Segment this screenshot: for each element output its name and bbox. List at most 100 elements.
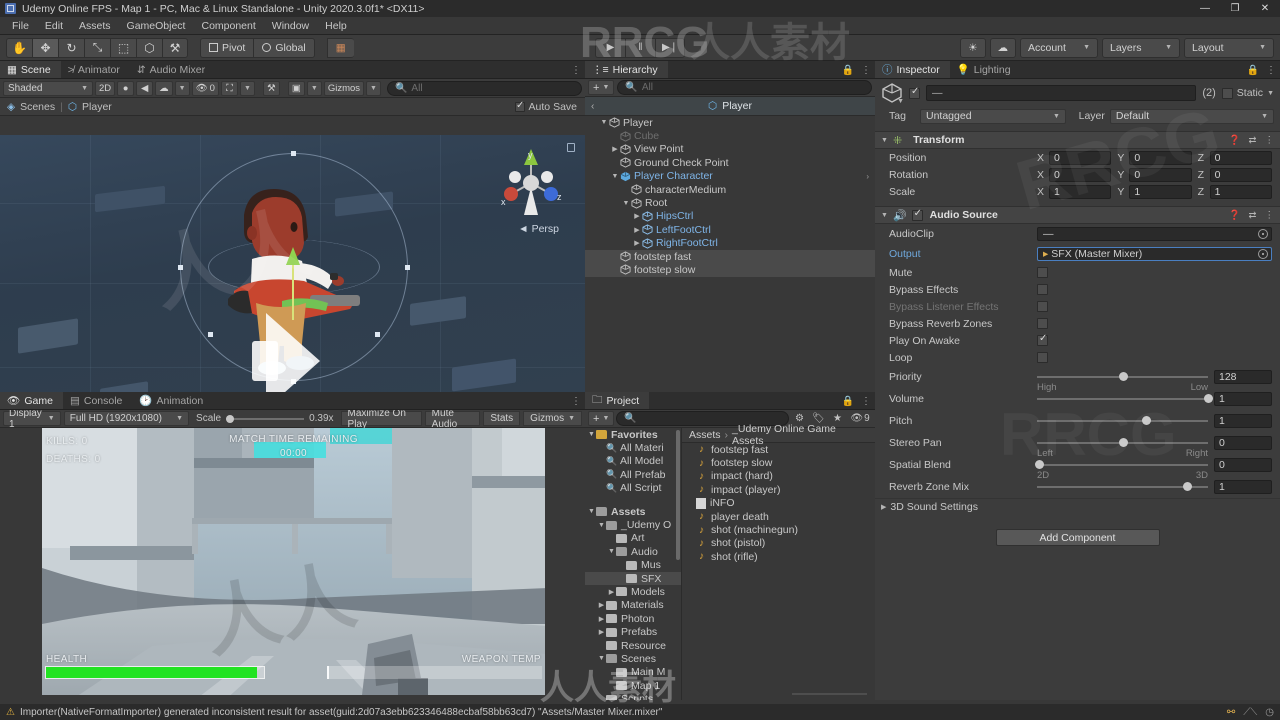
slider-knob[interactable] xyxy=(1204,394,1213,403)
hierarchy-item[interactable]: Cube xyxy=(585,129,875,142)
scene-viewport[interactable]: y x z ◄ Persp 人人 xyxy=(0,135,585,392)
tag-dropdown[interactable]: Untagged ▼ xyxy=(920,108,1066,124)
audio-source-component-header[interactable]: ▼ 🔊 Audio Source ❓ ⇄ ⋮ xyxy=(875,206,1280,224)
chevron-down-icon[interactable]: ▼ xyxy=(897,98,904,105)
scale-tool-icon[interactable]: ⤡ xyxy=(84,37,110,58)
gizmo-axis-y[interactable] xyxy=(292,260,294,320)
hierarchy-item[interactable]: ▼ Player xyxy=(585,116,875,129)
slider-control[interactable]: 2D 3D xyxy=(1034,457,1208,481)
foldout-arrow-icon[interactable]: ▶ xyxy=(632,226,642,234)
scene-projection-label[interactable]: ◄ Persp xyxy=(518,223,559,235)
project-tree-item[interactable]: ▼ Audio xyxy=(585,545,681,558)
slider-value-input[interactable]: 1 xyxy=(1214,392,1272,406)
audioclip-object-field[interactable]: — xyxy=(1037,227,1272,241)
handle-space-button[interactable]: Global xyxy=(253,37,315,58)
project-tree-scrollbar[interactable] xyxy=(676,430,680,560)
lock-icon[interactable]: 🔒 xyxy=(842,396,854,407)
audio-toggle-checkbox[interactable] xyxy=(1037,352,1048,363)
foldout-arrow-icon[interactable]: ▶ xyxy=(607,588,616,596)
scale-slider[interactable]: Scale 0.39x xyxy=(192,413,337,424)
output-object-field[interactable]: ▸ SFX (Master Mixer) xyxy=(1037,247,1272,261)
tab-animator[interactable]: ≯ Animator xyxy=(60,61,130,78)
toggle-2d-button[interactable]: 2D xyxy=(95,80,116,96)
tab-hierarchy[interactable]: ⋮≡ Hierarchy xyxy=(585,61,668,78)
context-menu-icon[interactable]: ⋮ xyxy=(1265,210,1275,221)
hierarchy-item[interactable]: ▶ RightFootCtrl xyxy=(585,237,875,250)
z-input[interactable]: 0 xyxy=(1209,150,1272,165)
scene-hidden-objects-icon[interactable]: 👁 0 xyxy=(191,80,219,96)
transform-component-header[interactable]: ▼ ⁜ Transform ❓ ⇄ ⋮ xyxy=(875,131,1280,149)
lock-icon[interactable]: 🔒 xyxy=(1247,65,1259,76)
scene-fx-icon[interactable]: ☁ xyxy=(155,80,173,96)
audio-toggle-checkbox[interactable] xyxy=(1037,267,1048,278)
slider-value-input[interactable]: 128 xyxy=(1214,370,1272,384)
project-tree-item[interactable]: ▼ Assets xyxy=(585,505,681,518)
slider-control[interactable]: High Low xyxy=(1037,369,1208,393)
foldout-arrow-icon[interactable]: ▶ xyxy=(597,628,606,636)
stats-button[interactable]: Stats xyxy=(483,411,521,426)
maximize-on-play-button[interactable]: Maximize On Play xyxy=(340,410,422,430)
step-button[interactable]: ▶❘ xyxy=(655,37,685,58)
project-tree-item[interactable]: ▶ Photon xyxy=(585,612,681,625)
foldout-arrow-icon[interactable]: ▼ xyxy=(881,137,888,144)
chevron-down-icon[interactable]: ▼ xyxy=(1267,90,1274,97)
gizmo-handle[interactable] xyxy=(291,151,296,156)
breadcrumb-scenes[interactable]: Scenes xyxy=(20,101,55,113)
layout-dropdown[interactable]: Layout ▼ xyxy=(1184,37,1274,58)
static-toggle[interactable]: Static ▼ xyxy=(1221,87,1274,99)
x-input[interactable]: 0 xyxy=(1049,167,1112,182)
help-icon[interactable]: ❓ xyxy=(1229,135,1241,146)
project-tree-item[interactable]: ▶ Models xyxy=(585,585,681,598)
add-component-button[interactable]: Add Component xyxy=(995,529,1160,546)
foldout-arrow-icon[interactable]: ▼ xyxy=(597,655,606,662)
project-tree-item[interactable]: SFX xyxy=(585,571,681,586)
object-picker-icon[interactable] xyxy=(1258,229,1268,239)
audio-toggle-checkbox[interactable] xyxy=(1037,318,1048,329)
resolution-dropdown[interactable]: Full HD (1920x1080) ▼ xyxy=(63,411,190,426)
project-asset-item[interactable]: ♪ player death xyxy=(682,510,875,523)
foldout-arrow-icon[interactable]: ▶ xyxy=(881,503,886,511)
slider-value-input[interactable]: 1 xyxy=(1214,480,1272,494)
shading-mode-dropdown[interactable]: Shaded ▼ xyxy=(3,80,93,96)
project-horizontal-scrollbar[interactable] xyxy=(792,690,867,698)
x-input[interactable]: 0 xyxy=(1049,150,1112,165)
gizmos-dropdown[interactable]: Gizmos xyxy=(323,80,365,96)
scale-track[interactable] xyxy=(226,414,305,423)
project-tree-item[interactable]: 🔍 All Script xyxy=(585,482,681,495)
project-tree-item[interactable]: 🔍 All Model xyxy=(585,455,681,468)
hierarchy-item[interactable]: ▶ View Point xyxy=(585,143,875,156)
layers-dropdown[interactable]: Layers ▼ xyxy=(1102,37,1180,58)
breadcrumb-assets[interactable]: Assets xyxy=(689,429,721,441)
project-tree-item[interactable] xyxy=(585,495,681,505)
slider-knob[interactable] xyxy=(1118,372,1128,381)
project-tree-item[interactable]: Scripts xyxy=(585,692,681,700)
gizmo-handle[interactable] xyxy=(405,265,410,270)
menu-edit[interactable]: Edit xyxy=(37,17,71,35)
gizmo-axis-y-arrow[interactable] xyxy=(286,247,300,265)
scene-gizmo-lock-icon[interactable] xyxy=(567,143,575,152)
hierarchy-item[interactable]: footstep slow xyxy=(585,263,875,277)
project-asset-item[interactable]: ♪ shot (machinegun) xyxy=(682,523,875,536)
project-asset-item[interactable]: ♪ shot (rifle) xyxy=(682,550,875,563)
foldout-arrow-icon[interactable]: ▼ xyxy=(587,431,596,438)
collab-button[interactable]: ☀ xyxy=(960,37,986,58)
project-panel-menu[interactable]: ⋮ xyxy=(861,396,871,407)
hierarchy-item[interactable]: ▼ Root xyxy=(585,196,875,209)
foldout-arrow-icon[interactable]: ▼ xyxy=(597,522,606,529)
scene-lighting-icon[interactable]: ● xyxy=(117,80,135,96)
foldout-arrow-icon[interactable]: ▼ xyxy=(607,548,616,555)
gameobject-enabled-checkbox[interactable] xyxy=(909,86,920,99)
gameobject-name-field[interactable]: — xyxy=(926,85,1197,101)
hierarchy-item[interactable]: ▼ Player Character › xyxy=(585,170,875,183)
scene-camera-settings-icon[interactable]: ⛶ xyxy=(220,80,238,96)
tab-project[interactable]: 🗀 Project xyxy=(585,392,650,409)
slider-control[interactable] xyxy=(1037,413,1208,429)
project-folder-tree[interactable]: ▼ Favorites 🔍 All Materi 🔍 All Model 🔍 All Pref… xyxy=(585,428,682,700)
project-tree-item[interactable]: Mus xyxy=(585,559,681,572)
slider-knob[interactable] xyxy=(1142,416,1152,425)
tab-audio-mixer[interactable]: ⇵ Audio Mixer xyxy=(129,61,216,78)
project-asset-list[interactable]: ♪ footstep fast ♪ footstep slow ♪ impact (har… xyxy=(682,443,875,686)
project-tree-item[interactable]: ▼ _Udemy O xyxy=(585,518,681,531)
minimize-button[interactable]: — xyxy=(1190,0,1220,17)
context-menu-icon[interactable]: ⋮ xyxy=(1265,135,1275,146)
